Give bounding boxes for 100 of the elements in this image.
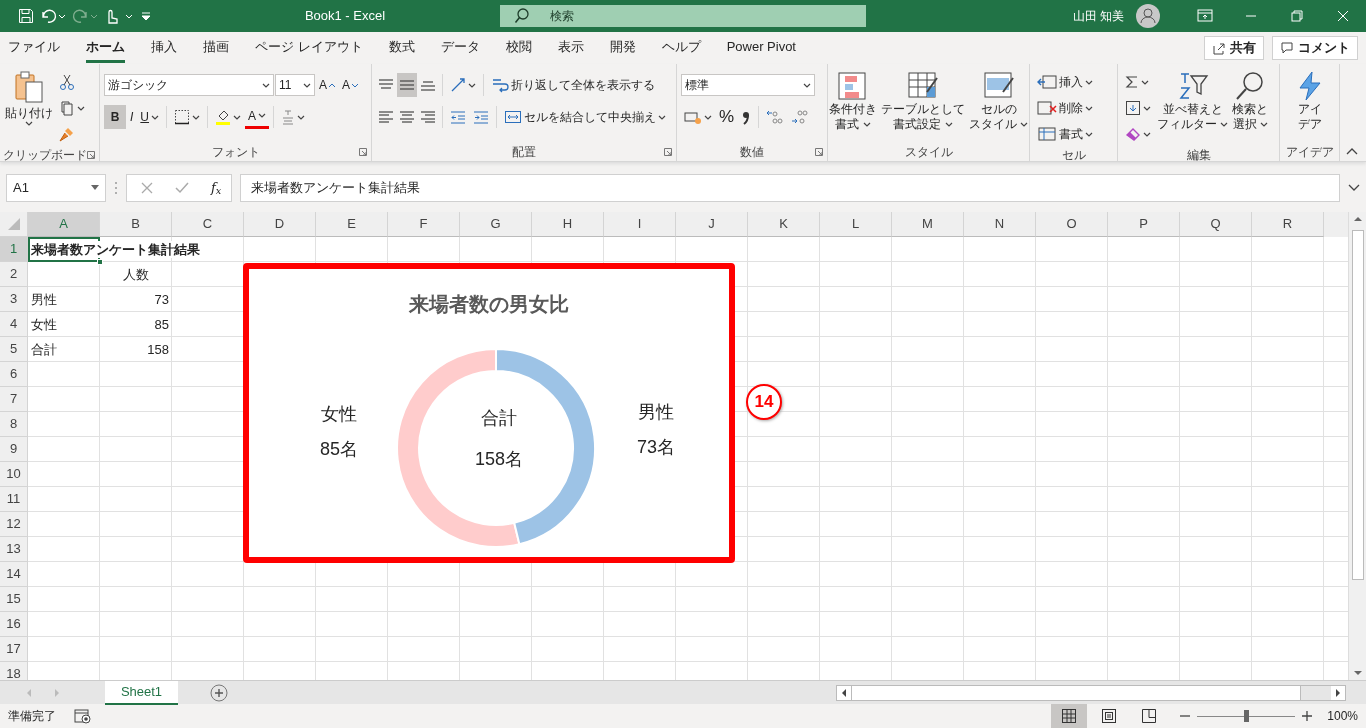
format-cells-button[interactable]: 書式	[1034, 122, 1096, 146]
column-header[interactable]: A	[28, 212, 100, 237]
paste-button[interactable]: 貼り付け	[4, 70, 54, 146]
conditional-format-button[interactable]: 条件付き 書式	[827, 70, 878, 142]
row-header[interactable]: 8	[0, 412, 28, 437]
number-format-dropdown[interactable]: 標準	[681, 74, 815, 96]
sort-filter-button[interactable]: 並べ替えと フィルター	[1156, 70, 1230, 146]
horizontal-scrollbar[interactable]	[836, 684, 1346, 701]
scrollbar-thumb[interactable]	[851, 685, 1301, 700]
column-header[interactable]: J	[676, 212, 748, 237]
expand-icon[interactable]	[1348, 183, 1360, 192]
add-sheet-icon[interactable]	[210, 683, 228, 702]
row-header[interactable]: 3	[0, 287, 28, 312]
zoom-level[interactable]: 100%	[1327, 707, 1358, 725]
ribbon-tab[interactable]: 開発	[609, 32, 636, 64]
avatar-icon[interactable]	[1136, 4, 1160, 28]
column-header[interactable]: B	[100, 212, 172, 237]
ideas-button[interactable]: アイ デア	[1292, 70, 1327, 142]
row-header[interactable]: 1	[0, 237, 28, 262]
ribbon-tab[interactable]: 数式	[388, 32, 415, 64]
wrap-text-button[interactable]: 折り返して全体を表示する	[488, 73, 658, 97]
middle-align-button[interactable]	[397, 73, 417, 97]
ribbon-tab[interactable]: 校閲	[505, 32, 532, 64]
save-icon[interactable]	[18, 8, 34, 24]
column-header[interactable]: G	[460, 212, 532, 237]
row-header[interactable]: 4	[0, 312, 28, 337]
column-header[interactable]: L	[820, 212, 892, 237]
customize-icon[interactable]	[140, 10, 152, 22]
ribbon-tab[interactable]: ページ レイアウト	[255, 32, 363, 64]
column-header[interactable]: D	[244, 212, 316, 237]
row-header[interactable]: 7	[0, 387, 28, 412]
dialog-launcher-icon[interactable]	[815, 148, 823, 156]
column-header[interactable]: R	[1252, 212, 1324, 237]
underline-button[interactable]: U	[137, 105, 162, 129]
insert-function-button[interactable]: f$_{x}$	[211, 177, 222, 198]
column-header[interactable]: F	[388, 212, 460, 237]
column-header[interactable]: K	[748, 212, 820, 237]
font-color-button[interactable]: A	[245, 105, 270, 129]
column-header[interactable]: N	[964, 212, 1036, 237]
bold-button[interactable]: B	[104, 105, 126, 129]
row-header[interactable]: 10	[0, 462, 28, 487]
insert-cells-button[interactable]: 挿入	[1034, 70, 1096, 94]
view-button[interactable]	[1051, 704, 1088, 728]
cancel-icon[interactable]	[141, 181, 153, 194]
zoom-in-icon[interactable]	[1301, 710, 1314, 722]
row-header[interactable]: 13	[0, 537, 28, 562]
merge-center-button[interactable]: セルを結合して中央揃え	[501, 105, 669, 129]
ribbon-tab[interactable]: ヘルプ	[661, 32, 701, 64]
row-header[interactable]: 16	[0, 612, 28, 637]
shrink-font-button[interactable]: A	[339, 73, 362, 97]
delete-cells-button[interactable]: 削除	[1034, 96, 1096, 120]
column-header[interactable]: Q	[1180, 212, 1252, 237]
column-header[interactable]: H	[532, 212, 604, 237]
ribbon-tab[interactable]: 表示	[557, 32, 584, 64]
cell-styles-button[interactable]: セルの スタイル	[967, 70, 1030, 142]
search-field[interactable]: 検索	[500, 5, 866, 27]
fill-handle-icon[interactable]	[97, 259, 103, 265]
row-header[interactable]: 12	[0, 512, 28, 537]
row-header[interactable]: 6	[0, 362, 28, 387]
row-header[interactable]: 18	[0, 662, 28, 680]
ribbon-tab[interactable]: ファイル	[8, 32, 60, 64]
enter-icon[interactable]	[175, 181, 189, 194]
column-header[interactable]: C	[172, 212, 244, 237]
ribbon-tab[interactable]: ホーム	[86, 32, 125, 64]
percent-button[interactable]: %	[716, 105, 738, 129]
row-header[interactable]: 17	[0, 637, 28, 662]
sheet-tab[interactable]: Sheet1	[105, 680, 178, 705]
ribbon-tab[interactable]: データ	[440, 32, 480, 64]
grow-font-button[interactable]: A	[316, 73, 338, 97]
font-name-dropdown[interactable]: 游ゴシック	[104, 74, 274, 96]
ribbon-tab[interactable]: 描画	[203, 32, 229, 64]
comment-button[interactable]: コメント	[1272, 36, 1358, 60]
row-header[interactable]: 15	[0, 587, 28, 612]
row-header[interactable]: 14	[0, 562, 28, 587]
dialog-launcher-icon[interactable]	[359, 148, 367, 156]
collapse-ribbon-icon[interactable]	[1346, 147, 1358, 155]
zoom-slider-thumb[interactable]	[1244, 709, 1250, 722]
font-size-dropdown[interactable]: 11	[275, 74, 315, 96]
vertical-scrollbar[interactable]	[1348, 212, 1366, 680]
column-header[interactable]: M	[892, 212, 964, 237]
scrollbar-thumb[interactable]	[1351, 230, 1364, 580]
row-header[interactable]: 5	[0, 337, 28, 362]
column-header[interactable]: I	[604, 212, 676, 237]
formula-field[interactable]: 来場者数アンケート集計結果	[240, 173, 1340, 202]
row-header[interactable]: 11	[0, 487, 28, 512]
row-header[interactable]: 2	[0, 262, 28, 287]
redo-icon[interactable]	[72, 8, 98, 24]
column-header[interactable]: E	[316, 212, 388, 237]
undo-icon[interactable]	[40, 8, 66, 24]
share-button[interactable]: 共有	[1204, 36, 1264, 60]
column-header[interactable]: O	[1036, 212, 1108, 237]
name-box[interactable]: A1	[6, 173, 106, 202]
macro-record-icon[interactable]	[74, 708, 92, 724]
format-as-table-button[interactable]: テーブルとして 書式設定	[879, 70, 966, 142]
column-header[interactable]: P	[1108, 212, 1180, 237]
ribbon-tab[interactable]: 挿入	[151, 32, 177, 64]
find-select-button[interactable]: 検索と 選択	[1231, 70, 1270, 146]
dialog-launcher-icon[interactable]	[664, 148, 672, 156]
ribbon-tab[interactable]: Power Pivot	[726, 32, 796, 64]
row-header[interactable]: 9	[0, 437, 28, 462]
